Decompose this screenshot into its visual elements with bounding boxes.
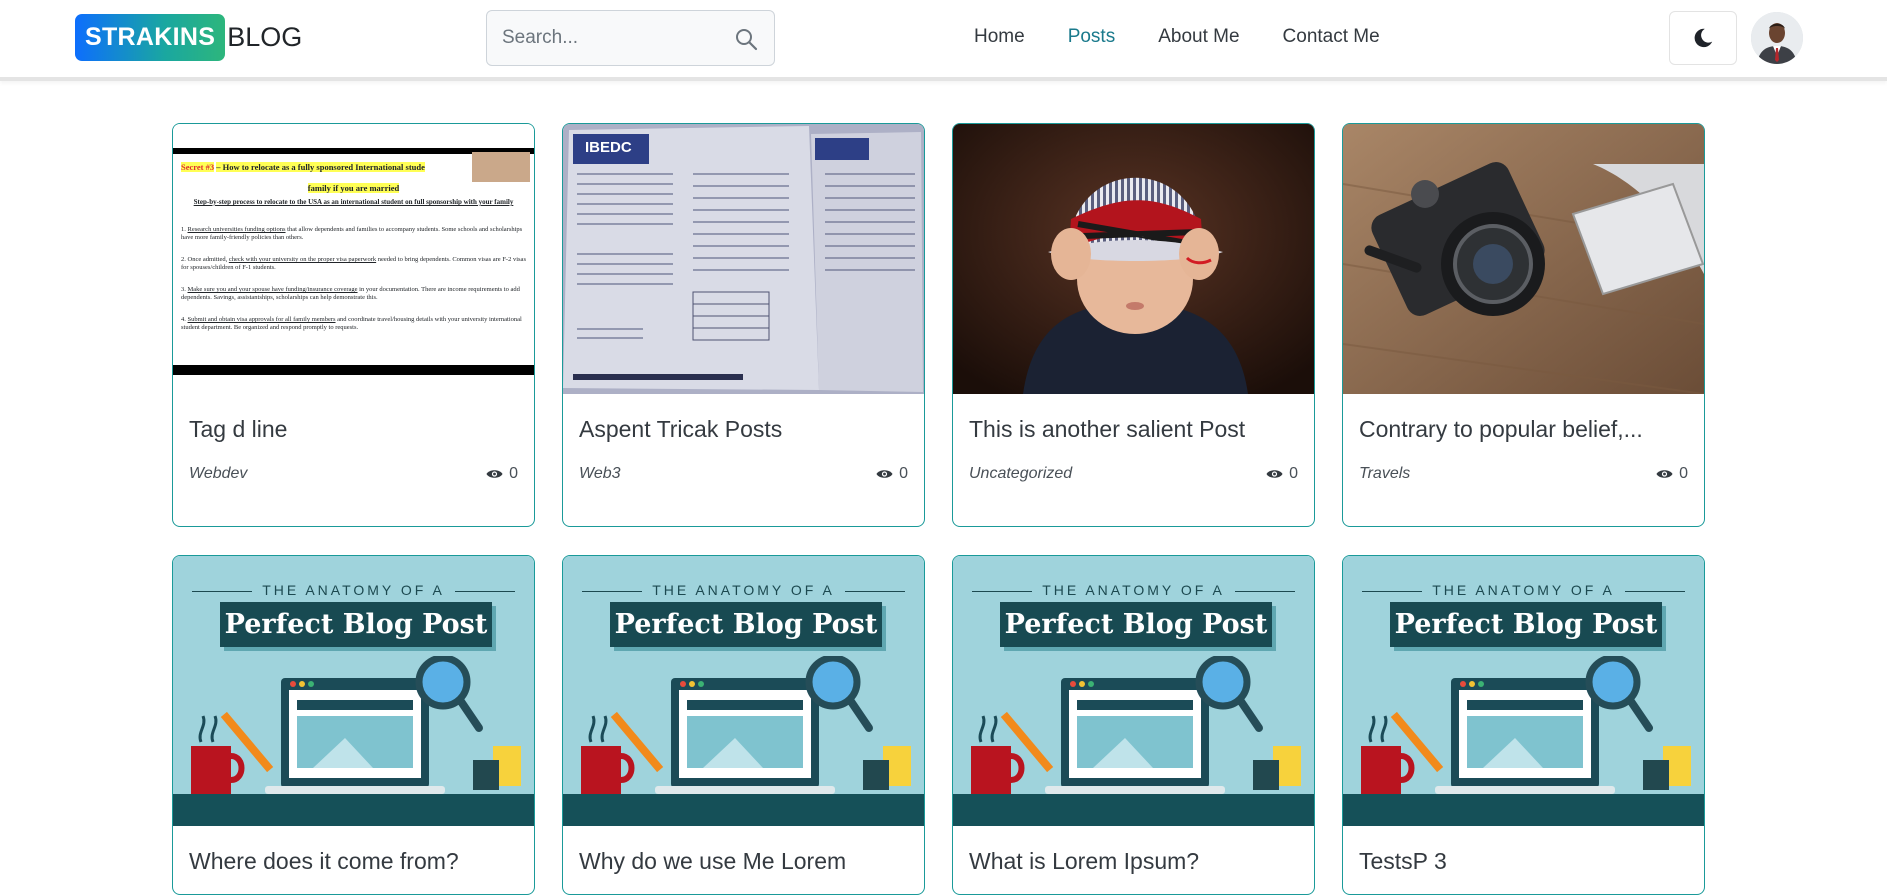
nav-about-me[interactable]: About Me <box>1158 26 1239 48</box>
camera-illustration <box>1343 124 1704 394</box>
doc-item-2-pre: 2. Once admitted, <box>181 256 228 263</box>
top-navbar: STRAKINS BLOG Home Posts About Me Contac… <box>0 0 1887 81</box>
anatomy-top-text: THE ANATOMY OF A <box>953 582 1314 598</box>
doc-item-4: 4. Submit and obtain visa approvals for … <box>181 316 522 331</box>
post-title[interactable]: What is Lorem Ipsum? <box>969 848 1298 875</box>
doc-heading: – How to relocate as a fully sponsored I… <box>216 162 425 172</box>
post-title[interactable]: This is another salient Post <box>969 416 1298 443</box>
child-hat-illustration <box>953 124 1314 394</box>
doc-item-2: 2. Once admitted, check with your univer… <box>181 256 526 272</box>
anatomy-banner: Perfect Blog Post <box>610 602 882 647</box>
post-view-count: 0 <box>509 465 518 482</box>
post-view-count: 0 <box>1679 465 1688 482</box>
post-card[interactable]: This is another salient Post Uncategoriz… <box>952 123 1315 527</box>
post-title[interactable]: Why do we use Me Lorem <box>579 848 908 875</box>
post-thumbnail-bill-photo: IBEDC <box>563 124 924 394</box>
search-icon[interactable] <box>734 27 758 51</box>
eye-icon <box>486 470 503 478</box>
doc-item-1-underline: Research universities funding options <box>187 226 286 233</box>
main-nav: Home Posts About Me Contact Me <box>974 26 1423 48</box>
theme-toggle-button[interactable] <box>1669 11 1737 65</box>
post-title[interactable]: TestsP 3 <box>1359 848 1688 875</box>
anatomy-banner: Perfect Blog Post <box>1390 602 1662 647</box>
post-view-count: 0 <box>1289 465 1298 482</box>
bill-photo-illustration <box>563 124 924 394</box>
post-category[interactable]: Uncategorized <box>969 465 1072 483</box>
brand-badge: STRAKINS <box>75 14 226 61</box>
bill-logo-text: IBEDC <box>585 139 632 156</box>
post-views: 0 <box>876 465 908 483</box>
post-card[interactable]: THE ANATOMY OF A Perfect Blog Post Tests… <box>1342 555 1705 895</box>
post-category[interactable]: Web3 <box>579 465 621 483</box>
doc-item-1: 1. Research universities funding options… <box>181 226 523 241</box>
doc-item-3-underline: Make sure you and your spouse have fundi… <box>187 286 358 293</box>
nav-home[interactable]: Home <box>974 26 1025 48</box>
post-thumbnail-child-photo <box>953 124 1314 394</box>
doc-item-4-underline: Submit and obtain visa approvals for all… <box>187 316 336 323</box>
anatomy-top-text: THE ANATOMY OF A <box>563 582 924 598</box>
doc-subheading: Step-by-step process to relocate to the … <box>193 198 514 206</box>
blog-desk-illustration <box>563 656 924 826</box>
blog-desk-illustration <box>1343 656 1704 826</box>
eye-icon <box>876 470 893 478</box>
post-views: 0 <box>486 465 518 483</box>
brand-logo[interactable]: STRAKINS BLOG <box>75 14 302 61</box>
post-thumbnail-anatomy: THE ANATOMY OF A Perfect Blog Post <box>1343 556 1704 826</box>
doc-item-2-underline: check with your university on the proper… <box>228 256 377 263</box>
post-view-count: 0 <box>899 465 908 482</box>
post-card[interactable]: THE ANATOMY OF A Perfect Blog Post Why d… <box>562 555 925 895</box>
anatomy-banner: Perfect Blog Post <box>220 602 492 647</box>
moon-icon <box>1694 28 1713 48</box>
post-card[interactable]: IBEDC Aspent Tricak Posts Web3 0 <box>562 123 925 527</box>
post-thumbnail-anatomy: THE ANATOMY OF A Perfect Blog Post <box>563 556 924 826</box>
post-thumbnail-document: Secret #3 – How to relocate as a fully s… <box>173 124 534 394</box>
nav-posts[interactable]: Posts <box>1068 26 1116 48</box>
anatomy-top-text: THE ANATOMY OF A <box>1343 582 1704 598</box>
anatomy-top-text: THE ANATOMY OF A <box>173 582 534 598</box>
post-card[interactable]: Secret #3 – How to relocate as a fully s… <box>172 123 535 527</box>
doc-item-3: 3. Make sure you and your spouse have fu… <box>181 286 520 301</box>
eye-icon <box>1656 470 1673 478</box>
search-box <box>486 10 775 66</box>
doc-heading-line2: family if you are married <box>307 183 400 193</box>
post-title[interactable]: Where does it come from? <box>189 848 518 875</box>
nav-contact-me[interactable]: Contact Me <box>1283 26 1380 48</box>
post-views: 0 <box>1656 465 1688 483</box>
blog-desk-illustration <box>953 656 1314 826</box>
post-title[interactable]: Aspent Tricak Posts <box>579 416 908 443</box>
brand-suffix: BLOG <box>227 22 303 52</box>
post-thumbnail-anatomy: THE ANATOMY OF A Perfect Blog Post <box>173 556 534 826</box>
post-thumbnail-camera-photo <box>1343 124 1704 394</box>
post-category[interactable]: Webdev <box>189 465 247 483</box>
anatomy-banner: Perfect Blog Post <box>1000 602 1272 647</box>
user-avatar[interactable] <box>1751 12 1803 64</box>
avatar-portrait <box>1751 12 1803 64</box>
blog-desk-illustration <box>173 656 534 826</box>
post-thumbnail-anatomy: THE ANATOMY OF A Perfect Blog Post <box>953 556 1314 826</box>
search-input[interactable] <box>487 27 717 49</box>
eye-icon <box>1266 470 1283 478</box>
post-card[interactable]: Contrary to popular belief,... Travels 0 <box>1342 123 1705 527</box>
post-card[interactable]: THE ANATOMY OF A Perfect Blog Post What … <box>952 555 1315 895</box>
post-card[interactable]: THE ANATOMY OF A Perfect Blog Post Where… <box>172 555 535 895</box>
post-title[interactable]: Tag d line <box>189 416 518 443</box>
post-title[interactable]: Contrary to popular belief,... <box>1359 416 1688 443</box>
post-views: 0 <box>1266 465 1298 483</box>
post-category[interactable]: Travels <box>1359 465 1410 483</box>
doc-secret-label: Secret #3 <box>181 162 215 172</box>
